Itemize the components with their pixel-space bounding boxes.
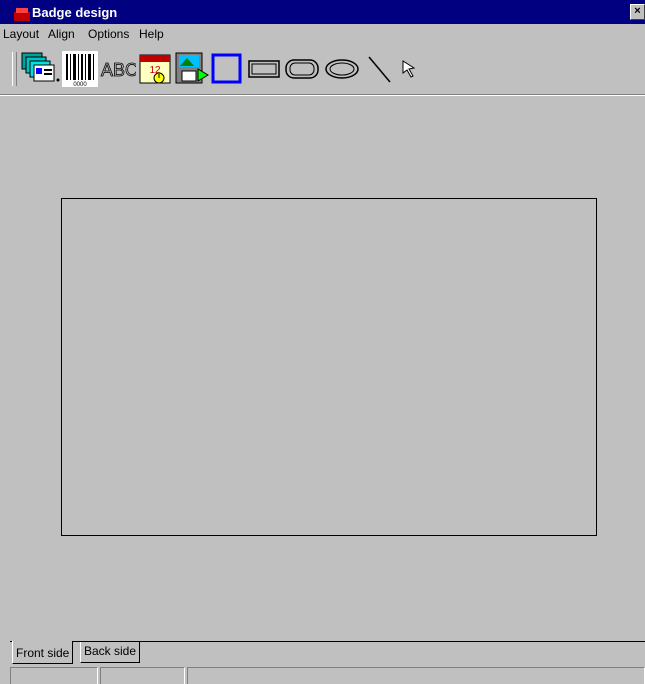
title-bar[interactable]: Badge design ×: [0, 0, 645, 24]
menu-help[interactable]: Help: [139, 27, 164, 41]
svg-text:0000: 0000: [73, 82, 87, 87]
toolbar: 0000 ABC 12: [0, 44, 645, 95]
window-title: Badge design: [32, 5, 118, 20]
abc-glyph: ABC: [101, 60, 136, 80]
pointer-arrow-icon[interactable]: [400, 51, 420, 87]
barcode-icon[interactable]: 0000: [62, 51, 98, 87]
close-button[interactable]: ×: [630, 4, 645, 20]
text-abc-icon[interactable]: ABC: [100, 51, 136, 87]
date-time-icon[interactable]: 12: [137, 51, 173, 87]
side-tabs: Front side Back side: [10, 641, 645, 666]
status-cell-2: [100, 667, 185, 684]
toolbar-grip[interactable]: [12, 52, 17, 86]
app-icon: [14, 8, 30, 21]
square-frame-icon[interactable]: [211, 51, 243, 87]
tab-front-side[interactable]: Front side: [12, 641, 74, 664]
card-stack-icon[interactable]: [20, 51, 60, 87]
tab-back-side[interactable]: Back side: [80, 642, 141, 663]
line-icon[interactable]: [366, 51, 394, 87]
ellipse-icon[interactable]: [324, 51, 360, 87]
menu-layout[interactable]: Layout: [3, 27, 39, 41]
menu-options[interactable]: Options: [88, 27, 129, 41]
status-cell-1: [10, 667, 98, 684]
rectangle-icon[interactable]: [246, 51, 282, 87]
rounded-rectangle-icon[interactable]: [284, 51, 320, 87]
menu-bar: Layout Align Options Help: [0, 24, 645, 44]
image-import-icon[interactable]: [174, 51, 210, 87]
close-icon: ×: [634, 5, 641, 17]
status-cell-3: [187, 667, 645, 684]
menu-align[interactable]: Align: [48, 27, 75, 41]
badge-canvas[interactable]: [61, 198, 597, 536]
status-bar: [10, 666, 645, 684]
